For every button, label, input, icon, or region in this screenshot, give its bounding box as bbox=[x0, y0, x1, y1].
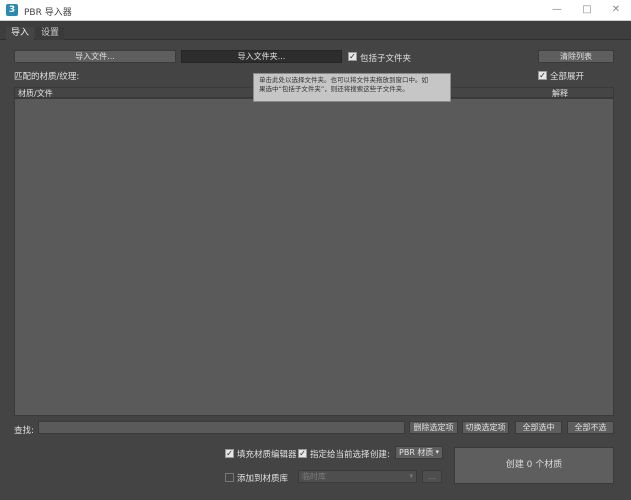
search-label: 查找: bbox=[14, 426, 34, 436]
title-bar: 3 PBR 导入器 — □ ✕ bbox=[0, 0, 631, 21]
import-files-button[interactable]: 导入文件... bbox=[14, 50, 176, 63]
library-value: 临时库 bbox=[302, 472, 326, 481]
folder-tooltip: 单击此处以选择文件夹。也可以将文件夹拖放到窗口中。如 果选中“包括子文件夹”，则… bbox=[253, 73, 451, 102]
tooltip-line-1: 单击此处以选择文件夹。也可以将文件夹拖放到窗口中。如 bbox=[259, 76, 428, 84]
fill-editor-label: 填充材质编辑器 bbox=[237, 450, 297, 460]
app-icon: 3 bbox=[6, 4, 18, 16]
create-type-dropdown[interactable]: PBR 材质 ▾ bbox=[395, 446, 443, 459]
include-subfolders-checkbox[interactable]: ✓ bbox=[348, 52, 357, 61]
assign-selection-label: 指定给当前选择 bbox=[310, 450, 370, 460]
tooltip-line-2: 果选中“包括子文件夹”，则还将搜索这些子文件夹。 bbox=[259, 85, 409, 93]
create-type-value: PBR 材质 bbox=[399, 448, 434, 457]
include-subfolders-label: 包括子文件夹 bbox=[360, 54, 412, 64]
window-title: PBR 导入器 bbox=[24, 8, 72, 18]
delete-selected-button[interactable]: 删除选定项 bbox=[409, 421, 458, 434]
add-library-checkbox[interactable] bbox=[225, 473, 234, 482]
chevron-down-icon: ▾ bbox=[409, 472, 413, 480]
add-library-label: 添加到材质库 bbox=[237, 474, 289, 484]
chevron-down-icon: ▾ bbox=[435, 448, 439, 456]
library-dropdown[interactable]: 临时库 ▾ bbox=[298, 470, 417, 483]
clear-list-button[interactable]: 清除列表 bbox=[538, 50, 614, 63]
material-list[interactable] bbox=[14, 98, 614, 416]
tab-import[interactable]: 导入 bbox=[6, 27, 35, 40]
expand-all-checkbox[interactable]: ✓ bbox=[538, 71, 547, 80]
create-materials-button[interactable]: 创建 0 个材质 bbox=[454, 447, 614, 484]
select-none-button[interactable]: 全部不选 bbox=[567, 421, 614, 434]
tab-bar: 导入 设置 bbox=[0, 21, 631, 40]
select-all-button[interactable]: 全部选中 bbox=[515, 421, 562, 434]
toggle-selected-button[interactable]: 切换选定项 bbox=[462, 421, 509, 434]
maximize-button[interactable]: □ bbox=[572, 0, 602, 20]
import-folder-button[interactable]: 导入文件夹... bbox=[181, 50, 342, 63]
minimize-button[interactable]: — bbox=[542, 0, 572, 20]
expand-all-label: 全部展开 bbox=[550, 72, 585, 82]
search-input[interactable] bbox=[38, 421, 405, 434]
close-button[interactable]: ✕ bbox=[601, 0, 631, 20]
browse-library-button[interactable]: ... bbox=[422, 470, 442, 483]
create-label: 创建: bbox=[370, 450, 390, 460]
assign-selection-checkbox[interactable]: ✓ bbox=[298, 449, 307, 458]
matched-label: 匹配的材质/纹理: bbox=[14, 72, 80, 82]
tab-settings[interactable]: 设置 bbox=[36, 27, 65, 40]
fill-editor-checkbox[interactable]: ✓ bbox=[225, 449, 234, 458]
